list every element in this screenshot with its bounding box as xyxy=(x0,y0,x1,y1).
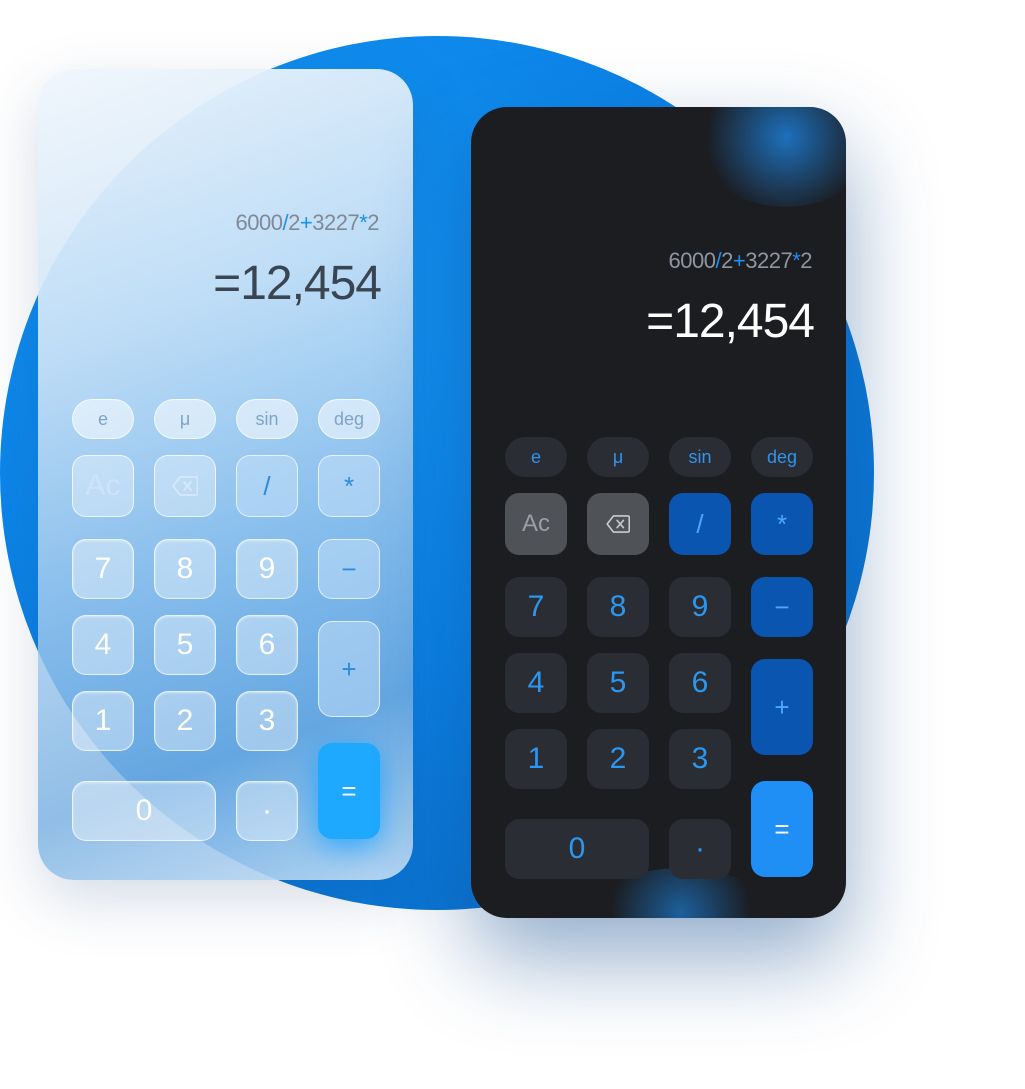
expression-display: 6000/2+3227*2 xyxy=(235,210,380,235)
key-6[interactable]: 6 xyxy=(236,615,298,675)
key-sin[interactable]: sin xyxy=(236,399,298,439)
key-3[interactable]: 3 xyxy=(236,691,298,751)
equals-button[interactable]: = xyxy=(751,781,813,877)
key-9[interactable]: 9 xyxy=(669,577,731,637)
key-4[interactable]: 4 xyxy=(505,653,567,713)
key-mu[interactable]: μ xyxy=(154,399,216,439)
key-3[interactable]: 3 xyxy=(669,729,731,789)
key-0[interactable]: 0 xyxy=(505,819,649,879)
glow-decoration xyxy=(696,107,846,207)
result-display: =12,454 xyxy=(213,257,382,310)
key-7[interactable]: 7 xyxy=(72,539,134,599)
key-1[interactable]: 1 xyxy=(505,729,567,789)
minus-button[interactable]: − xyxy=(751,577,813,637)
backspace-button[interactable] xyxy=(587,493,649,555)
key-deg[interactable]: deg xyxy=(318,399,380,439)
backspace-icon xyxy=(172,476,198,496)
key-2[interactable]: 2 xyxy=(587,729,649,789)
clear-button[interactable]: Ac xyxy=(72,455,134,517)
multiply-button[interactable]: * xyxy=(318,455,380,517)
key-0[interactable]: 0 xyxy=(72,781,216,841)
plus-button[interactable]: + xyxy=(751,659,813,755)
result-display: =12,454 xyxy=(646,295,815,348)
key-e[interactable]: e xyxy=(505,437,567,477)
key-5[interactable]: 5 xyxy=(587,653,649,713)
clear-button[interactable]: Ac xyxy=(505,493,567,555)
key-5[interactable]: 5 xyxy=(154,615,216,675)
decimal-button[interactable]: · xyxy=(669,819,731,879)
key-sin[interactable]: sin xyxy=(669,437,731,477)
backspace-icon xyxy=(606,515,630,533)
key-8[interactable]: 8 xyxy=(154,539,216,599)
equals-button[interactable]: = xyxy=(318,743,380,839)
key-4[interactable]: 4 xyxy=(72,615,134,675)
minus-button[interactable]: − xyxy=(318,539,380,599)
key-e[interactable]: e xyxy=(72,399,134,439)
key-9[interactable]: 9 xyxy=(236,539,298,599)
key-2[interactable]: 2 xyxy=(154,691,216,751)
key-8[interactable]: 8 xyxy=(587,577,649,637)
divide-button[interactable]: / xyxy=(669,493,731,555)
calculator-dark: 6000/2+3227*2 =12,454 e μ sin deg Ac / *… xyxy=(471,107,846,918)
plus-button[interactable]: + xyxy=(318,621,380,717)
calculator-light: 6000/2+3227*2 =12,454 e μ sin deg Ac / *… xyxy=(38,69,413,880)
key-6[interactable]: 6 xyxy=(669,653,731,713)
divide-button[interactable]: / xyxy=(236,455,298,517)
key-7[interactable]: 7 xyxy=(505,577,567,637)
multiply-button[interactable]: * xyxy=(751,493,813,555)
key-1[interactable]: 1 xyxy=(72,691,134,751)
key-mu[interactable]: μ xyxy=(587,437,649,477)
decimal-button[interactable]: · xyxy=(236,781,298,841)
backspace-button[interactable] xyxy=(154,455,216,517)
expression-display: 6000/2+3227*2 xyxy=(668,248,813,273)
key-deg[interactable]: deg xyxy=(751,437,813,477)
